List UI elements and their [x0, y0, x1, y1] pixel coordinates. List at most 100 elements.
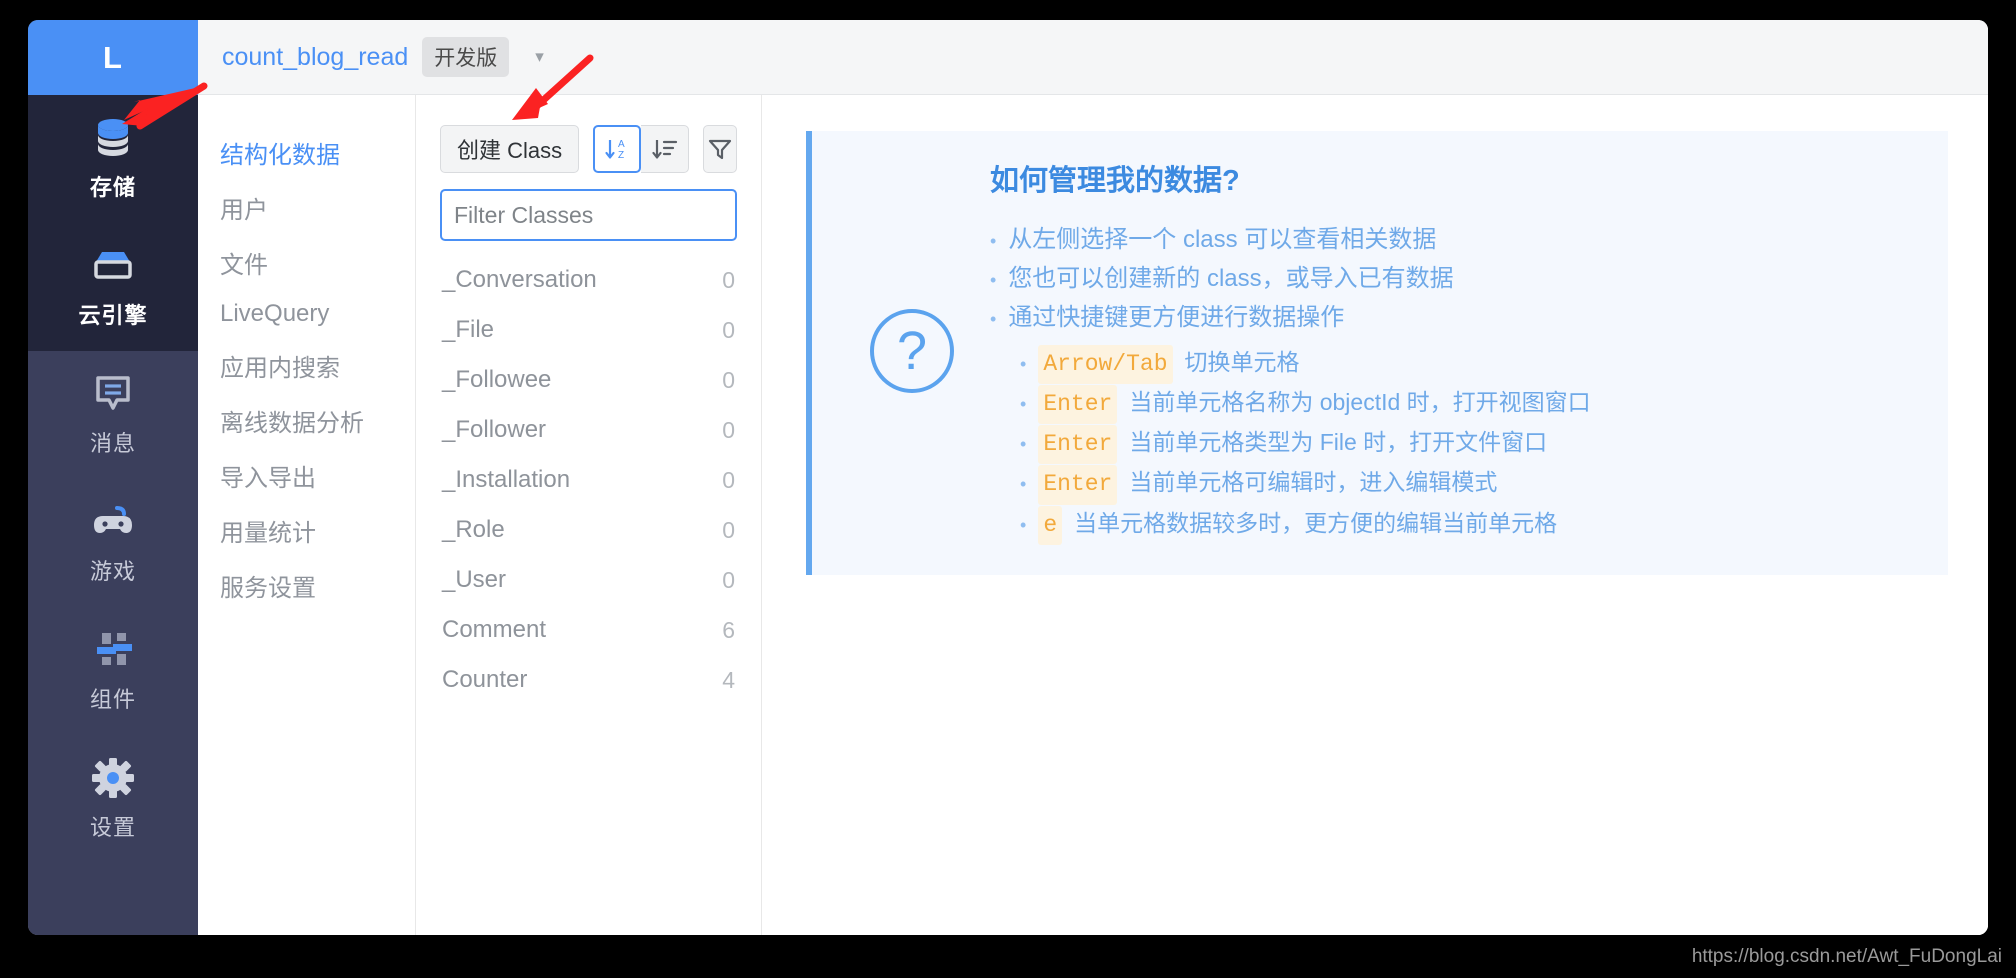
- message-icon: [89, 372, 137, 416]
- class-list-item[interactable]: _Conversation 0: [440, 255, 737, 305]
- app-logo[interactable]: L: [28, 20, 198, 95]
- class-panel: 创建 Class A Z Filter Classes _Conversatio…: [416, 95, 762, 935]
- class-name: _Installation: [442, 466, 571, 493]
- sort-button-group: A Z: [593, 125, 690, 173]
- class-list-item[interactable]: _Followee 0: [440, 355, 737, 405]
- help-bullet-text: 通过快捷键更方便进行数据操作: [1008, 303, 1345, 331]
- class-list-item[interactable]: Counter 4: [440, 655, 737, 705]
- rail-item-components[interactable]: 组件: [28, 607, 198, 735]
- topbar: count_blog_read 开发版 ▾: [198, 20, 1988, 95]
- shortcut-key: Enter: [1038, 384, 1118, 425]
- class-name: Counter: [442, 666, 528, 693]
- class-count: 0: [722, 516, 735, 543]
- shortcut-key: Enter: [1038, 425, 1118, 465]
- shortcut-item: • Arrow/Tab 切换单元格: [1020, 344, 1918, 384]
- class-name: _File: [442, 316, 495, 343]
- shortcut-desc: 当前单元格类型为 File 时，打开文件窗口: [1129, 429, 1548, 456]
- bullet-dot: •: [990, 308, 997, 329]
- subnav-item-service-settings[interactable]: 服务设置: [198, 558, 415, 613]
- environment-badge: 开发版: [422, 37, 510, 77]
- bullet-dot: •: [1020, 393, 1027, 414]
- chevron-down-icon[interactable]: ▾: [535, 47, 544, 67]
- shortcut-item: • Enter 当前单元格类型为 File 时，打开文件窗口: [1020, 424, 1918, 465]
- svg-text:A: A: [618, 139, 625, 150]
- subnav-item-usage-stats[interactable]: 用量统计: [198, 503, 415, 558]
- shortcut-item: • Enter 当前单元格可编辑时，进入编辑模式: [1020, 464, 1918, 505]
- bullet-dot: •: [990, 231, 997, 251]
- class-name: Comment: [442, 616, 547, 643]
- gamepad-icon: [89, 500, 137, 544]
- class-list-item[interactable]: _User 0: [440, 555, 737, 605]
- class-count: 0: [722, 566, 735, 593]
- class-count: 4: [722, 666, 735, 693]
- bullet-dot: •: [1020, 514, 1027, 535]
- funnel-icon: [708, 139, 732, 160]
- class-count: 0: [722, 266, 735, 293]
- help-bullet: • 通过快捷键更方便进行数据操作: [990, 299, 1918, 338]
- shortcut-desc: 当前单元格可编辑时，进入编辑模式: [1129, 469, 1498, 496]
- class-name: _User: [442, 566, 507, 593]
- subnav-item-import-export[interactable]: 导入导出: [198, 448, 415, 503]
- components-icon: [89, 628, 137, 672]
- content-area: ? 如何管理我的数据? • 从左侧选择一个 class 可以查看相关数据 • 您…: [762, 95, 1988, 935]
- class-name: _Followee: [442, 366, 552, 393]
- create-class-button[interactable]: 创建 Class: [440, 125, 580, 173]
- help-title: 如何管理我的数据?: [990, 165, 1240, 197]
- class-list: _Conversation 0 _File 0 _Followee 0 _Fol…: [440, 255, 737, 705]
- class-name: _Role: [442, 516, 505, 543]
- class-list-item[interactable]: _Role 0: [440, 505, 737, 555]
- class-count: 6: [722, 616, 735, 643]
- subnav-item-files[interactable]: 文件: [198, 235, 415, 290]
- rail-item-storage[interactable]: 存储: [28, 95, 198, 223]
- subnav-item-livequery[interactable]: LiveQuery: [198, 290, 415, 338]
- help-bullet-text: 您也可以创建新的 class，或导入已有数据: [1008, 264, 1454, 292]
- subnav-item-offline-analysis[interactable]: 离线数据分析: [198, 393, 415, 448]
- subnav-item-users[interactable]: 用户: [198, 180, 415, 235]
- shortcut-key: e: [1038, 505, 1063, 545]
- main-column: count_blog_read 开发版 ▾ 结构化数据 用户 文件 LiveQu…: [198, 20, 1988, 935]
- shortcut-list: • Arrow/Tab 切换单元格 • Enter 当前单元格名称为 objec…: [1020, 344, 1918, 545]
- class-list-item[interactable]: _File 0: [440, 305, 737, 355]
- shortcut-desc: 切换单元格: [1184, 348, 1300, 375]
- rail-item-label: 云引擎: [78, 303, 148, 328]
- rail-item-label: 游戏: [89, 559, 136, 584]
- app-window: L 存储 云引擎 消息 游戏 组件 设置 count_blog_read 开发版…: [28, 20, 1988, 935]
- shortcut-item: • Enter 当前单元格名称为 objectId 时，打开视图窗口: [1020, 384, 1918, 425]
- class-count: 0: [722, 316, 735, 343]
- shortcut-item: • e 当单元格数据较多时，更方便的编辑当前单元格: [1020, 505, 1918, 545]
- svg-text:Z: Z: [618, 150, 624, 161]
- filter-button[interactable]: [703, 125, 737, 173]
- secondary-nav: 结构化数据 用户 文件 LiveQuery 应用内搜索 离线数据分析 导入导出 …: [198, 95, 416, 935]
- rail-item-games[interactable]: 游戏: [28, 479, 198, 607]
- app-name-link[interactable]: count_blog_read: [222, 43, 408, 72]
- bullet-dot: •: [990, 269, 997, 290]
- shortcut-key: Enter: [1038, 465, 1118, 505]
- database-icon: [89, 116, 137, 160]
- class-list-item[interactable]: _Follower 0: [440, 405, 737, 455]
- left-rail: L 存储 云引擎 消息 游戏 组件 设置: [28, 20, 198, 935]
- shortcut-key: Arrow/Tab: [1038, 344, 1173, 384]
- class-list-item[interactable]: _Installation 0: [440, 455, 737, 505]
- filter-input-wrap: [440, 189, 737, 241]
- rail-item-cloud-engine[interactable]: 云引擎: [28, 223, 198, 351]
- body-row: 结构化数据 用户 文件 LiveQuery 应用内搜索 离线数据分析 导入导出 …: [198, 95, 1988, 935]
- subnav-item-structured-data[interactable]: 结构化数据: [198, 125, 415, 180]
- gear-icon: [89, 756, 137, 800]
- help-card: ? 如何管理我的数据? • 从左侧选择一个 class 可以查看相关数据 • 您…: [806, 131, 1948, 575]
- filter-classes-input[interactable]: [440, 189, 737, 241]
- rail-item-label: 设置: [89, 815, 136, 840]
- bullet-dot: •: [1020, 434, 1027, 455]
- help-bullet-text: 从左侧选择一个 class 可以查看相关数据: [1008, 226, 1437, 253]
- class-list-item[interactable]: Comment 6: [440, 605, 737, 655]
- class-count: 0: [722, 466, 735, 493]
- rail-item-messages[interactable]: 消息: [28, 351, 198, 479]
- class-count: 0: [722, 416, 735, 443]
- sort-list-button[interactable]: [641, 125, 690, 173]
- sort-alphabetical-button[interactable]: A Z: [593, 125, 642, 173]
- subnav-item-app-search[interactable]: 应用内搜索: [198, 338, 415, 393]
- watermark-url: https://blog.csdn.net/Awt_FuDongLai: [1691, 946, 2002, 967]
- rail-item-label: 组件: [89, 687, 136, 712]
- bullet-dot: •: [1020, 474, 1027, 495]
- shortcut-desc: 当前单元格名称为 objectId 时，打开视图窗口: [1129, 388, 1591, 415]
- rail-item-settings[interactable]: 设置: [28, 735, 198, 863]
